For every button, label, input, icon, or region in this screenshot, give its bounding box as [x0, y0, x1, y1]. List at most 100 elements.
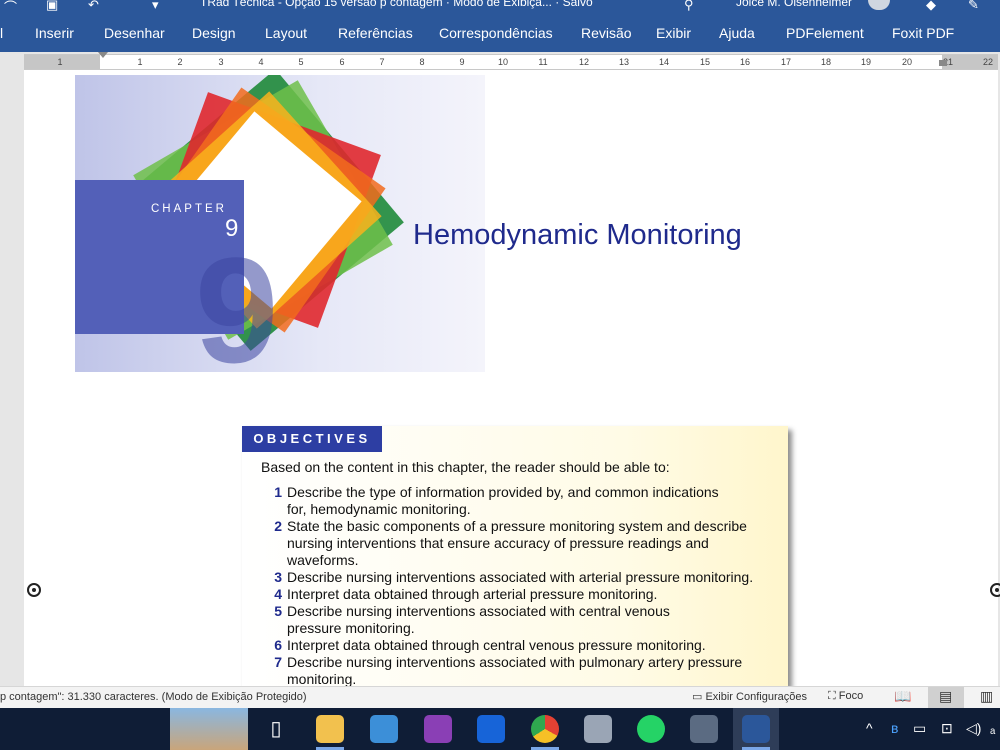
web-layout-icon[interactable]: ▥ [980, 688, 993, 705]
ruler-tick: 3 [218, 57, 224, 67]
objective-text: Describe nursing interventions associate… [287, 654, 743, 686]
chapter-title: Hemodynamic Monitoring [413, 219, 742, 251]
tab-help[interactable]: Ajuda [719, 25, 755, 41]
tab-pdfelement[interactable]: PDFelement [786, 25, 864, 41]
ruler-tick: 15 [699, 57, 710, 67]
document-title: TRad Técnica - Opção 15 versão p contage… [200, 0, 593, 9]
tab-design[interactable]: Design [192, 25, 236, 41]
focus-icon: ⛶ [828, 690, 836, 702]
objective-number: 6 [274, 637, 282, 653]
tab-view[interactable]: Exibir [656, 25, 691, 41]
ruler-tick: 5 [298, 57, 304, 67]
objective-text: Describe nursing interventions associate… [287, 569, 754, 585]
tab-foxit-pdf[interactable]: Foxit PDF [892, 25, 954, 41]
tab-draw[interactable]: Desenhar [104, 25, 165, 41]
ribbon-tabs: l Inserir Desenhar Design Layout Referên… [0, 14, 1000, 52]
right-indent-marker[interactable] [939, 60, 947, 66]
objectives-heading: OBJECTIVES [242, 426, 382, 452]
volume-icon[interactable]: ◁) [966, 720, 981, 737]
ruler-tick: 17 [780, 57, 791, 67]
ruler-tick: 4 [258, 57, 264, 67]
user-name[interactable]: Joice M. Olsenheimer [736, 0, 852, 9]
whatsapp-icon[interactable] [637, 715, 665, 743]
ruler-tick: 13 [618, 57, 629, 67]
ruler-tick: 10 [497, 57, 508, 67]
title-bar: ⌒ ▣ ↶ ▾ TRad Técnica - Opção 15 versão p… [0, 0, 1000, 14]
objective-number: 5 [274, 603, 282, 619]
laptop-app-icon[interactable] [370, 715, 398, 743]
display-settings-label: Exibir Configurações [705, 691, 807, 703]
horizontal-ruler[interactable]: 1 1 2 3 4 5 6 7 8 9 10 11 12 13 14 15 16… [0, 52, 1000, 70]
language-icon[interactable]: ₐ [990, 720, 995, 736]
ruler-tick: 2 [177, 57, 183, 67]
objective-text: Interpret data obtained through central … [287, 637, 706, 653]
diamond-icon[interactable]: ◆ [926, 0, 936, 13]
ruler-tick: 6 [339, 57, 345, 67]
print-layout-icon: ▤ [939, 688, 953, 704]
tab-file[interactable]: l [0, 25, 3, 41]
document-canvas[interactable]: 9 CHAPTER 9 Hemodynamic Monitoring OBJEC… [0, 70, 1000, 686]
save-icon[interactable]: ▣ [46, 0, 58, 13]
chapter-big-number: 9 [195, 226, 279, 372]
ruler-tick: 19 [860, 57, 871, 67]
tab-review[interactable]: Revisão [581, 25, 632, 41]
pdf-app-icon[interactable] [477, 715, 505, 743]
battery-icon[interactable]: ▭ [913, 720, 926, 737]
status-bar: p contagem": 31.330 caracteres. (Modo de… [0, 686, 1000, 709]
ruler-tick: 8 [419, 57, 425, 67]
ruler-tick: 9 [459, 57, 465, 67]
quick-access-left-icon[interactable]: ⌒ [4, 0, 17, 14]
right-anchor-handle[interactable] [990, 583, 1000, 597]
ruler-tick: 16 [739, 57, 750, 67]
read-mode-icon[interactable]: 📖 [894, 688, 911, 705]
windows-taskbar: ▯ ^ ʙ ▭ ⊡ ◁) ₐ [0, 708, 1000, 750]
search-icon[interactable]: ⚲ [684, 0, 694, 13]
objective-number: 1 [274, 484, 282, 500]
tab-layout[interactable]: Layout [265, 25, 307, 41]
ruler-track[interactable]: 1 1 2 3 4 5 6 7 8 9 10 11 12 13 14 15 16… [24, 54, 998, 70]
tab-insert[interactable]: Inserir [35, 25, 74, 41]
ruler-tick: 1 [57, 57, 63, 67]
objective-number: 4 [274, 586, 282, 602]
chapter-number: 9 [225, 215, 239, 242]
undo-icon[interactable]: ↶ [88, 0, 99, 13]
avatar[interactable] [868, 0, 890, 10]
pen-icon[interactable]: ✎ [968, 0, 979, 13]
display-settings-button[interactable]: ▭ Exibir Configurações [692, 690, 807, 703]
objectives-intro: Based on the content in this chapter, th… [261, 459, 670, 475]
remote-desktop-icon[interactable] [584, 715, 612, 743]
task-view-icon[interactable]: ▯ [262, 715, 290, 743]
first-line-indent-marker[interactable] [98, 52, 108, 58]
ruler-tick: 14 [658, 57, 669, 67]
network-icon[interactable]: ⊡ [941, 720, 953, 737]
objective-number: 7 [274, 654, 282, 670]
objective-number: 3 [274, 569, 282, 585]
focus-button[interactable]: ⛶ Foco [828, 690, 863, 703]
ruler-tick: 12 [578, 57, 589, 67]
ruler-tick: 20 [901, 57, 912, 67]
ruler-tick: 18 [820, 57, 831, 67]
bluetooth-icon[interactable]: ʙ [891, 720, 898, 736]
ruler-tick: 1 [137, 57, 143, 67]
chevron-up-icon[interactable]: ^ [866, 720, 873, 736]
objectives-box: OBJECTIVES Based on the content in this … [242, 426, 788, 686]
word-icon[interactable] [742, 715, 770, 743]
tab-mailings[interactable]: Correspondências [439, 25, 553, 41]
rar-archiver-icon[interactable] [424, 715, 452, 743]
landmark-thumbnail-icon[interactable] [170, 708, 248, 750]
tab-references[interactable]: Referências [338, 25, 413, 41]
focus-label: Foco [838, 690, 864, 702]
customize-quick-access-icon[interactable]: ▾ [152, 0, 159, 13]
chapter-label: CHAPTER [151, 203, 227, 215]
chrome-icon[interactable] [531, 715, 559, 743]
left-anchor-handle[interactable] [27, 583, 41, 597]
ruler-tick: 11 [538, 57, 548, 67]
display-settings-icon: ▭ [692, 691, 703, 703]
calculator-icon[interactable] [690, 715, 718, 743]
character-count[interactable]: p contagem": 31.330 caracteres. (Modo de… [0, 691, 307, 703]
objective-text: State the basic components of a pressure… [287, 518, 747, 568]
file-explorer-icon[interactable] [316, 715, 344, 743]
document-page[interactable]: 9 CHAPTER 9 Hemodynamic Monitoring OBJEC… [24, 70, 998, 686]
objective-number: 2 [274, 518, 282, 534]
objective-text: Interpret data obtained through arterial… [287, 586, 658, 602]
